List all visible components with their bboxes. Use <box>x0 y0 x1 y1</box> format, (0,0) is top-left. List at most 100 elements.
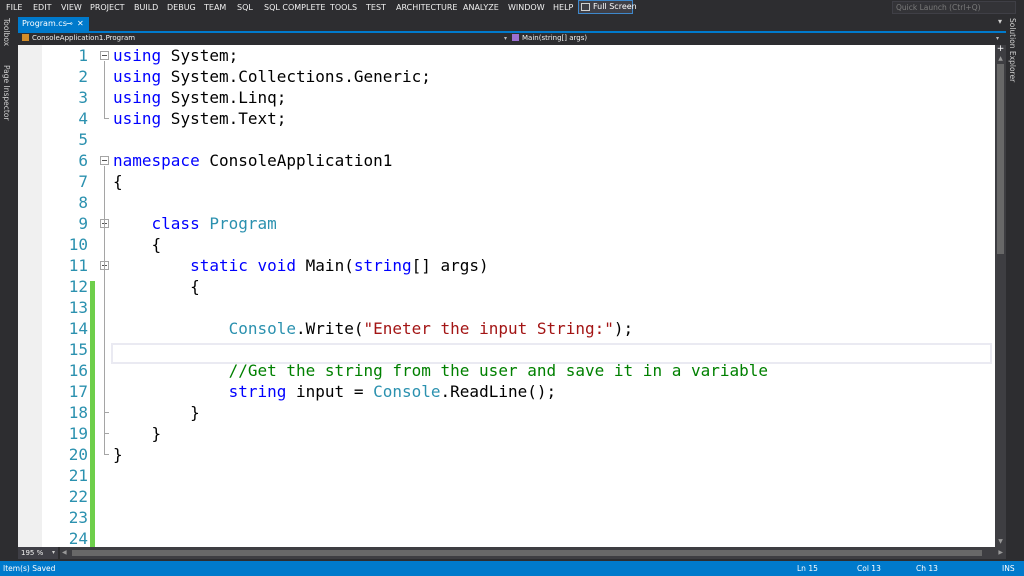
member-dropdown[interactable]: Main(string[] args) <box>512 33 992 45</box>
menu-view[interactable]: VIEW <box>61 1 82 14</box>
editor-bottom-bar: 195 % ▾ ◀ ▶ <box>18 547 1006 559</box>
full-screen-button[interactable]: Full Screen <box>578 0 637 14</box>
code-line[interactable]: string input = Console.ReadLine(); <box>113 381 557 402</box>
full-screen-icon <box>581 3 590 11</box>
navigation-bar: ConsoleApplication1.Program ▾ Main(strin… <box>18 33 1006 45</box>
code-line[interactable]: class Program <box>113 213 277 234</box>
scroll-up-arrow-icon[interactable]: ▲ <box>996 55 1005 62</box>
member-dropdown-value: Main(string[] args) <box>522 34 588 42</box>
pin-icon[interactable]: ⊸ <box>66 17 73 30</box>
line-number: 16 <box>68 361 88 380</box>
code-line[interactable]: using System.Collections.Generic; <box>113 66 431 87</box>
status-message: Item(s) Saved <box>3 564 56 573</box>
line-number: 8 <box>78 193 88 212</box>
menu-window[interactable]: WINDOW <box>508 1 545 14</box>
code-token: static <box>190 256 248 275</box>
code-token: System.Collections.Generic; <box>161 67 431 86</box>
menu-build[interactable]: BUILD <box>134 1 158 14</box>
code-token: [] args) <box>411 256 489 275</box>
code-token: using <box>113 67 162 86</box>
code-line[interactable]: } <box>113 444 123 465</box>
code-token: } <box>113 445 123 464</box>
code-token: System.Linq; <box>161 88 287 107</box>
menu-sql[interactable]: SQL <box>237 1 253 14</box>
line-number: 2 <box>78 67 88 86</box>
code-line[interactable]: namespace ConsoleApplication1 <box>113 150 392 171</box>
code-line[interactable]: { <box>113 234 162 255</box>
right-tool-strip: Solution Explorer <box>1006 15 1024 561</box>
code-editor[interactable]: 1 2 3 4 5 6 7 8 9 10 11 12 13 14 15 16 17 18 19 20 21 22 23 24 … <box>18 45 995 547</box>
menu-help[interactable]: HELP <box>553 1 573 14</box>
left-tool-strip: Toolbox Page Inspector <box>0 15 18 561</box>
code-token: string <box>353 256 412 275</box>
menu-analyze[interactable]: ANALYZE <box>463 1 499 14</box>
vertical-scrollbar[interactable]: + ▲ ▼ <box>995 45 1006 547</box>
member-dropdown-chevron-down-icon[interactable]: ▾ <box>996 33 999 44</box>
line-number: 6 <box>78 151 88 170</box>
code-line[interactable]: static void Main(string[] args) <box>113 255 489 276</box>
tab-overflow-chevron-down-icon[interactable]: ▾ <box>998 17 1002 26</box>
collapse-minus-icon[interactable] <box>100 51 109 60</box>
status-char: Ch 13 <box>916 564 938 573</box>
horizontal-scroll-thumb[interactable] <box>72 550 982 556</box>
vertical-scroll-thumb[interactable] <box>997 64 1004 254</box>
code-line[interactable]: using System.Text; <box>113 108 286 129</box>
tab-label: Program.cs <box>22 19 67 28</box>
line-number: 12 <box>68 277 88 296</box>
code-token: { <box>113 172 123 191</box>
page-inspector-tab[interactable]: Page Inspector <box>2 65 11 121</box>
code-token: "Eneter the input String:" <box>363 319 614 338</box>
menu-debug[interactable]: DEBUG <box>167 1 196 14</box>
code-token: Program <box>209 214 277 233</box>
scroll-down-arrow-icon[interactable]: ▼ <box>996 538 1005 545</box>
quick-launch-input[interactable]: Quick Launch (Ctrl+Q) <box>892 1 1016 14</box>
menu-sql-complete[interactable]: SQL COMPLETE <box>264 1 325 14</box>
menu-file[interactable]: FILE <box>6 1 22 14</box>
code-line[interactable]: { <box>113 276 200 297</box>
horizontal-scrollbar[interactable]: ◀ ▶ <box>60 547 1006 559</box>
code-line[interactable]: Console.Write("Eneter the input String:"… <box>113 318 634 339</box>
solution-explorer-tab[interactable]: Solution Explorer <box>1008 18 1017 82</box>
zoom-value: 195 % <box>21 549 44 557</box>
menu-project[interactable]: PROJECT <box>90 1 125 14</box>
document-tab-strip: Program.cs ⊸ ✕ ▾ <box>18 15 1006 31</box>
status-line: Ln 15 <box>797 564 818 573</box>
outline-guide-line <box>104 271 105 412</box>
outline-guide-end <box>104 118 109 119</box>
code-line[interactable]: using System; <box>113 45 238 66</box>
code-token: } <box>113 403 200 422</box>
outline-guide-end <box>104 454 109 455</box>
code-line[interactable]: } <box>113 423 162 444</box>
code-line[interactable]: //Get the string from the user and save … <box>113 360 768 381</box>
code-token: using <box>113 109 162 128</box>
zoom-dropdown[interactable]: 195 % ▾ <box>18 547 58 559</box>
code-token: Console <box>228 319 297 338</box>
line-number: 14 <box>68 319 88 338</box>
code-line[interactable]: } <box>113 402 200 423</box>
class-dropdown[interactable]: ConsoleApplication1.Program <box>22 33 508 45</box>
toolbox-tab[interactable]: Toolbox <box>2 18 11 46</box>
code-line[interactable]: using System.Linq; <box>113 87 286 108</box>
close-icon[interactable]: ✕ <box>77 17 84 30</box>
menu-test[interactable]: TEST <box>366 1 386 14</box>
class-dropdown-chevron-down-icon[interactable]: ▾ <box>504 33 507 44</box>
tab-program-cs[interactable]: Program.cs ⊸ ✕ <box>18 17 89 31</box>
menu-edit[interactable]: EDIT <box>33 1 51 14</box>
code-token: ); <box>613 319 634 338</box>
line-number: 23 <box>68 508 88 527</box>
scroll-left-arrow-icon[interactable]: ◀ <box>62 547 67 559</box>
code-line[interactable]: { <box>113 171 123 192</box>
scroll-right-arrow-icon[interactable]: ▶ <box>998 547 1003 559</box>
line-number: 1 <box>78 46 88 65</box>
menu-architecture[interactable]: ARCHITECTURE <box>396 1 457 14</box>
status-insert-mode: INS <box>1002 564 1015 573</box>
split-window-plus-icon[interactable]: + <box>996 45 1005 54</box>
menu-tools[interactable]: TOOLS <box>330 1 357 14</box>
code-token: } <box>113 424 162 443</box>
code-token: Console <box>373 382 441 401</box>
menu-team[interactable]: TEAM <box>204 1 226 14</box>
collapse-minus-icon[interactable] <box>100 156 109 165</box>
